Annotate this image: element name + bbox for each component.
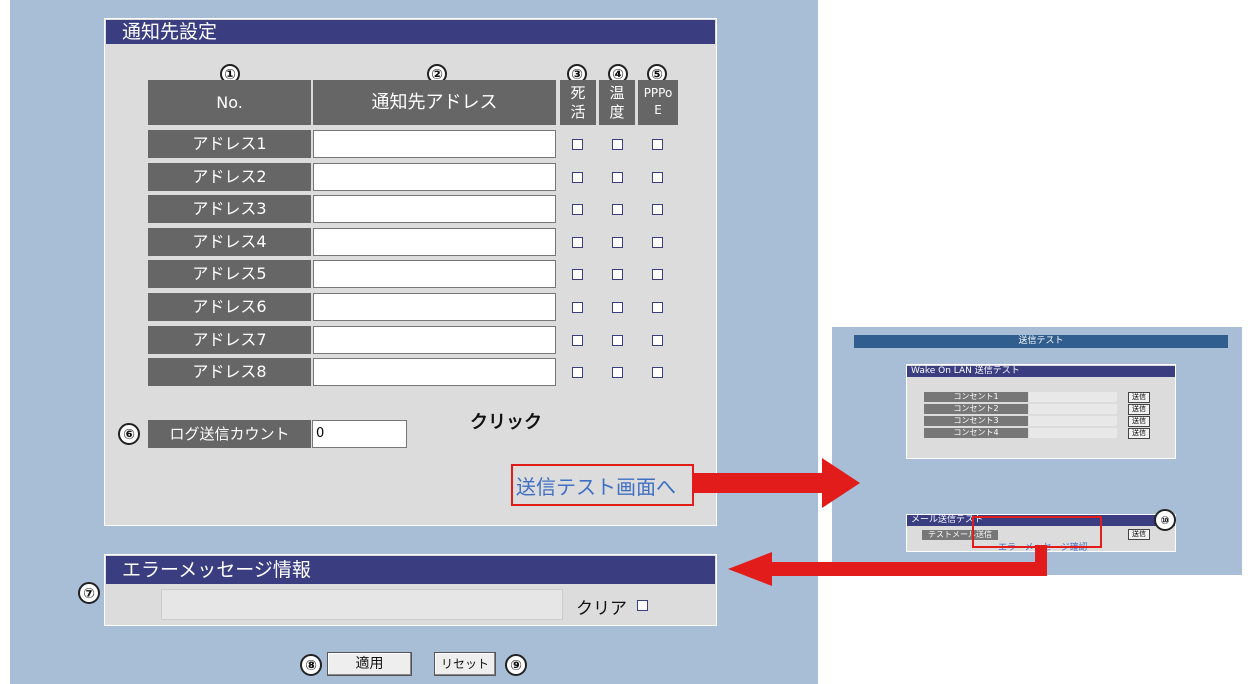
arrow-to-error [728, 545, 1047, 586]
arrow-to-preview [694, 458, 860, 508]
flow-arrows [694, 458, 1047, 586]
